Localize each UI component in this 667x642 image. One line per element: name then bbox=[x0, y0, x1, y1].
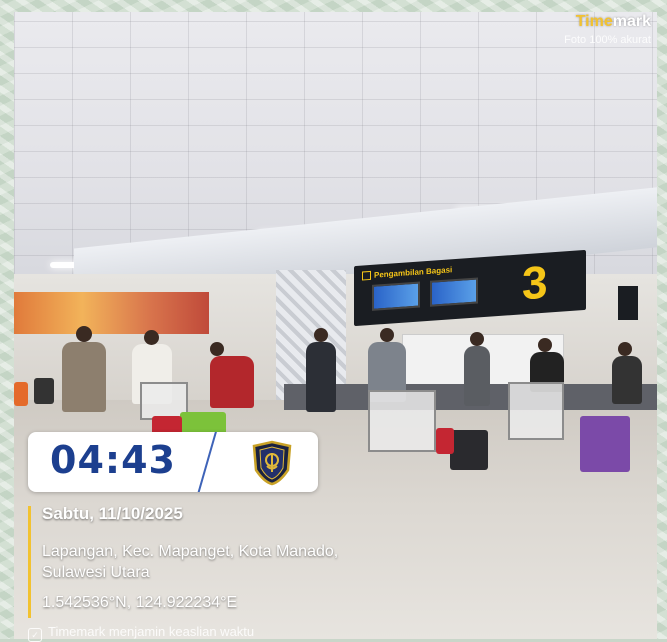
address-line-1: Lapangan, Kec. Mapanget, Kota Manado, bbox=[42, 543, 339, 560]
person-head bbox=[470, 332, 484, 346]
suitcase bbox=[14, 382, 28, 406]
person-head bbox=[380, 328, 394, 342]
suitcase bbox=[34, 378, 54, 404]
address-line-2: Sulawesi Utara bbox=[42, 564, 150, 581]
luggage-cart bbox=[508, 382, 564, 440]
footer-text: Timemark menjamin keaslian waktu bbox=[48, 624, 255, 639]
person bbox=[306, 342, 336, 412]
person bbox=[464, 346, 490, 406]
person-head bbox=[144, 330, 159, 345]
sign-label: Pengambilan Bagasi bbox=[362, 265, 452, 281]
person bbox=[62, 342, 106, 412]
authenticity-footer: ✓ Timemark menjamin keaslian waktu bbox=[28, 624, 254, 642]
timemark-subtitle: Foto 100% akurat bbox=[564, 34, 651, 46]
person bbox=[210, 356, 254, 408]
shield-check-icon: ✓ bbox=[28, 628, 42, 642]
wall-banner bbox=[14, 292, 209, 334]
time-card: 04:43 bbox=[28, 432, 318, 492]
person-head bbox=[210, 342, 224, 356]
sign-screen bbox=[430, 277, 478, 307]
time-display: 04:43 bbox=[50, 438, 176, 482]
suitcase bbox=[436, 428, 454, 454]
belt-number: 3 bbox=[522, 255, 548, 310]
coordinates-text: 1.542536°N, 124.922234°E bbox=[42, 594, 238, 611]
address-text: Lapangan, Kec. Mapanget, Kota Manado, Su… bbox=[42, 541, 338, 583]
suitcase bbox=[450, 430, 488, 470]
sign-screen bbox=[372, 281, 420, 311]
side-sign bbox=[618, 286, 638, 320]
luggage-cart bbox=[368, 390, 436, 452]
person-head bbox=[538, 338, 552, 352]
card-divider bbox=[195, 432, 219, 492]
suitcase bbox=[580, 416, 630, 472]
person bbox=[612, 356, 642, 404]
accent-bar bbox=[28, 506, 31, 618]
timemark-logo: Timemark bbox=[575, 13, 651, 30]
date-text: Sabtu, 11/10/2025 bbox=[42, 504, 183, 523]
person-head bbox=[76, 326, 92, 342]
person-head bbox=[618, 342, 632, 356]
police-emblem-icon bbox=[250, 440, 294, 486]
person-head bbox=[314, 328, 328, 342]
